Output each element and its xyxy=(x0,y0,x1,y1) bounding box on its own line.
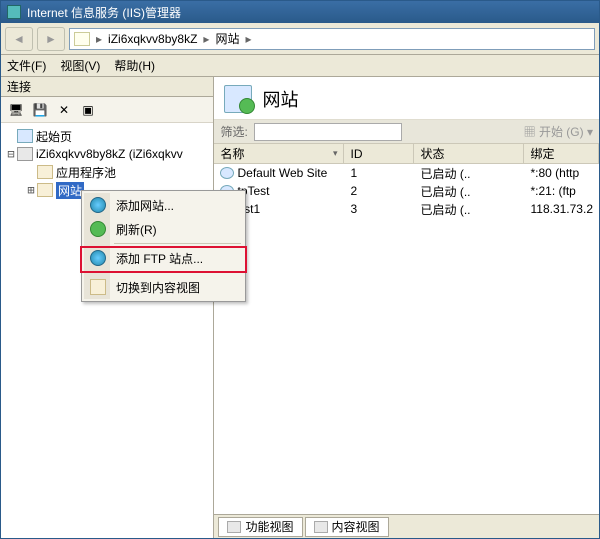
globe-icon xyxy=(90,250,106,266)
col-binding[interactable]: 绑定 xyxy=(524,144,599,163)
features-icon xyxy=(227,521,241,533)
menu-content-view[interactable]: 切换到内容视图 xyxy=(84,275,243,299)
up-button[interactable]: ▣ xyxy=(77,100,99,120)
home-icon xyxy=(17,129,33,143)
expander-icon[interactable]: ⊞ xyxy=(25,183,37,197)
filter-input[interactable] xyxy=(254,123,402,141)
breadcrumb-node[interactable]: 网站 xyxy=(215,30,239,47)
content-header: 网站 xyxy=(214,77,599,120)
menu-separator xyxy=(114,272,241,273)
col-state[interactable]: 状态 xyxy=(414,144,524,163)
globe-icon xyxy=(90,197,106,213)
tree-server[interactable]: ⊟ iZi6xqkvv8by8kZ (iZi6xqkvv xyxy=(1,145,213,163)
tree-server-label: iZi6xqkvv8by8kZ (iZi6xqkvv xyxy=(36,147,183,161)
apppool-icon xyxy=(37,165,53,179)
connections-panel: 连接 🖥 💾 ✕ ▣ 起始页 ⊟ iZi6xqkvv8by8kZ (iZi6xq… xyxy=(1,77,214,538)
view-tabs: 功能视图 内容视图 xyxy=(214,514,599,538)
delete-button[interactable]: ✕ xyxy=(53,100,75,120)
title-bar: Internet 信息服务 (IIS)管理器 xyxy=(1,1,599,23)
refresh-icon xyxy=(90,221,106,237)
sites-icon xyxy=(37,183,53,197)
main-body: 连接 🖥 💾 ✕ ▣ 起始页 ⊟ iZi6xqkvv8by8kZ (iZi6xq… xyxy=(1,77,599,538)
content-panel: 网站 筛选: ▦ 开始 (G) ▾ 名称 ID 状态 绑定 Default We… xyxy=(214,77,599,538)
tab-features[interactable]: 功能视图 xyxy=(218,517,302,537)
menu-separator xyxy=(114,243,241,244)
menu-file[interactable]: 文件(F) xyxy=(7,57,46,74)
filter-label: 筛选: xyxy=(220,123,247,140)
breadcrumb-sep: ▸ xyxy=(96,32,102,46)
save-button[interactable]: 💾 xyxy=(29,100,51,120)
context-menu: 添加网站... 刷新(R) 添加 FTP 站点... 切换到内容视图 xyxy=(81,190,246,302)
menu-add-ftp[interactable]: 添加 FTP 站点... xyxy=(84,246,243,270)
grid-body: Default Web Site1已启动 (..*:80 (httptpTest… xyxy=(214,164,599,218)
forward-button[interactable]: ► xyxy=(37,27,65,51)
grid-header[interactable]: 名称 ID 状态 绑定 xyxy=(214,144,599,164)
tree-sites-label: 网站 xyxy=(56,182,84,199)
menu-help[interactable]: 帮助(H) xyxy=(114,57,155,74)
col-name[interactable]: 名称 xyxy=(214,144,344,163)
back-button[interactable]: ◄ xyxy=(5,27,33,51)
server-icon xyxy=(17,147,33,161)
table-row[interactable]: est13已启动 (..118.31.73.2 xyxy=(214,200,599,218)
breadcrumb-sep: ▸ xyxy=(203,32,209,46)
site-icon xyxy=(220,167,234,179)
folder-icon xyxy=(74,32,90,46)
tree-root[interactable]: 起始页 xyxy=(1,127,213,145)
menu-bar: 文件(F) 视图(V) 帮助(H) xyxy=(1,55,599,77)
connections-tree[interactable]: 起始页 ⊟ iZi6xqkvv8by8kZ (iZi6xqkvv 应用程序池 ⊞… xyxy=(1,123,213,538)
table-row[interactable]: Default Web Site1已启动 (..*:80 (http xyxy=(214,164,599,182)
content-view-icon xyxy=(90,279,106,295)
connect-button[interactable]: 🖥 xyxy=(5,100,27,120)
address-box[interactable]: ▸ iZi6xqkvv8by8kZ ▸ 网站 ▸ xyxy=(69,28,595,50)
tree-apppool-label: 应用程序池 xyxy=(56,164,116,181)
filter-bar: 筛选: ▦ 开始 (G) ▾ xyxy=(214,120,599,144)
connections-header: 连接 xyxy=(1,77,213,97)
tree-root-label: 起始页 xyxy=(36,128,72,145)
go-dropdown[interactable]: ▦ 开始 (G) ▾ xyxy=(524,123,593,140)
connections-toolbar: 🖥 💾 ✕ ▣ xyxy=(1,97,213,123)
sites-grid: 名称 ID 状态 绑定 Default Web Site1已启动 (..*:80… xyxy=(214,144,599,514)
table-row[interactable]: tpTest2已启动 (..*:21: (ftp xyxy=(214,182,599,200)
menu-add-site[interactable]: 添加网站... xyxy=(84,193,243,217)
app-icon xyxy=(7,5,21,19)
tree-apppool[interactable]: 应用程序池 xyxy=(1,163,213,181)
content-icon xyxy=(314,521,328,533)
breadcrumb-sep: ▸ xyxy=(245,32,251,46)
window-title: Internet 信息服务 (IIS)管理器 xyxy=(27,4,181,21)
sites-large-icon xyxy=(224,85,252,113)
nav-toolbar: ◄ ► ▸ iZi6xqkvv8by8kZ ▸ 网站 ▸ xyxy=(1,23,599,55)
menu-view[interactable]: 视图(V) xyxy=(60,57,100,74)
menu-refresh[interactable]: 刷新(R) xyxy=(84,217,243,241)
breadcrumb-server[interactable]: iZi6xqkvv8by8kZ xyxy=(108,32,197,46)
col-id[interactable]: ID xyxy=(344,144,414,163)
tab-content[interactable]: 内容视图 xyxy=(305,517,389,537)
page-title: 网站 xyxy=(262,86,298,112)
expander-icon[interactable]: ⊟ xyxy=(5,147,17,161)
